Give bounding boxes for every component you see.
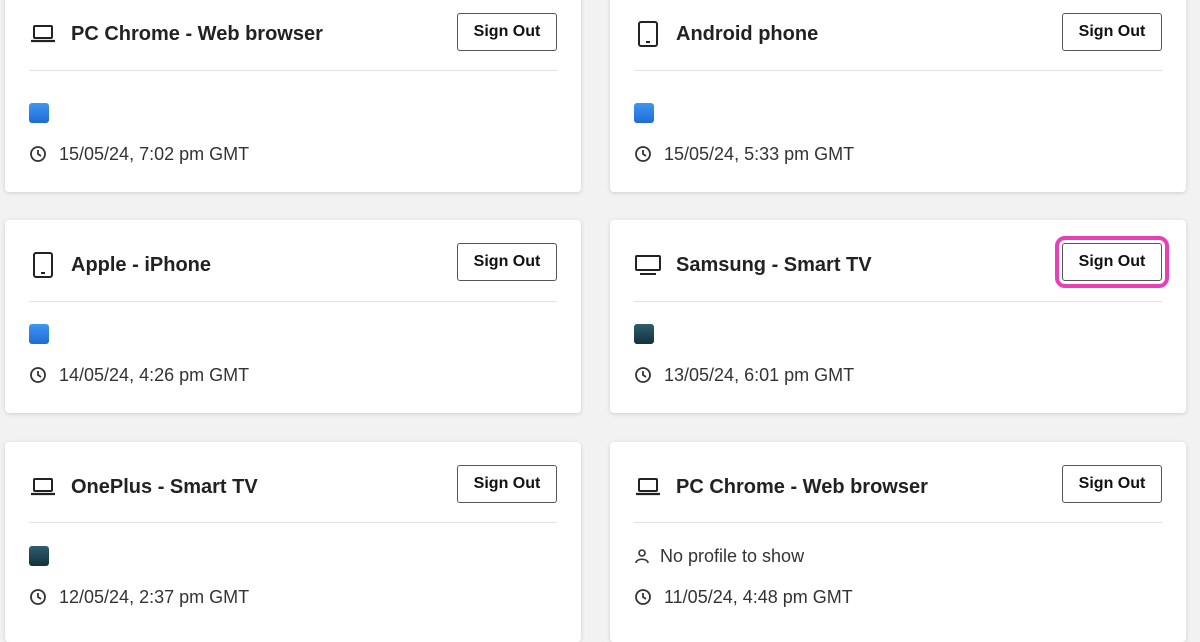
device-card-header: PC Chrome - Web browser Sign Out (634, 442, 1162, 523)
time-text: 11/05/24, 4:48 pm GMT (664, 586, 853, 607)
no-profile-row: No profile to show (634, 545, 804, 567)
sign-out-button[interactable]: Sign Out (1062, 13, 1162, 51)
device-card-header: Android phone Sign Out (634, 0, 1162, 71)
clock-icon (635, 367, 651, 383)
device-card-header: Apple - iPhone Sign Out (29, 220, 557, 302)
device-card: OnePlus - Smart TV Sign Out 12/05/24, 2:… (5, 442, 581, 642)
dark-profile-avatar (29, 546, 49, 566)
last-active-time: 15/05/24, 7:02 pm GMT (29, 143, 249, 165)
device-title: PC Chrome - Web browser (676, 476, 928, 498)
sign-out-button[interactable]: Sign Out (1062, 465, 1162, 503)
no-profile-text: No profile to show (660, 545, 805, 566)
blue-profile-avatar (29, 103, 49, 123)
clock-icon (30, 146, 46, 162)
device-title: PC Chrome - Web browser (71, 23, 323, 45)
time-text: 15/05/24, 5:33 pm GMT (664, 143, 855, 164)
last-active-time: 13/05/24, 6:01 pm GMT (634, 364, 854, 386)
clock-icon (635, 589, 651, 605)
last-active-time: 14/05/24, 4:26 pm GMT (29, 364, 249, 386)
device-card: Samsung - Smart TV Sign Out 13/05/24, 6:… (610, 220, 1186, 413)
sign-out-button[interactable]: Sign Out (457, 13, 557, 51)
device-card-header: OnePlus - Smart TV Sign Out (29, 442, 557, 523)
person-icon (635, 549, 649, 564)
last-active-time: 11/05/24, 4:48 pm GMT (634, 586, 853, 608)
clock-icon (30, 589, 46, 605)
laptop-icon (636, 478, 660, 496)
device-card: Apple - iPhone Sign Out 14/05/24, 4:26 p… (5, 220, 581, 413)
time-text: 15/05/24, 7:02 pm GMT (59, 143, 250, 164)
sign-out-button[interactable]: Sign Out (457, 465, 557, 503)
last-active-time: 12/05/24, 2:37 pm GMT (29, 586, 249, 608)
tv-icon (635, 255, 661, 275)
laptop-icon (31, 478, 55, 496)
device-card-header: Samsung - Smart TV Sign Out (634, 220, 1169, 302)
time-text: 12/05/24, 2:37 pm GMT (59, 586, 250, 607)
sign-out-button[interactable]: Sign Out (457, 243, 557, 281)
time-text: 14/05/24, 4:26 pm GMT (59, 364, 250, 385)
phone-icon (638, 21, 658, 47)
device-title: OnePlus - Smart TV (71, 476, 258, 498)
laptop-icon (31, 25, 55, 43)
clock-icon (30, 367, 46, 383)
phone-icon (33, 252, 53, 278)
sign-out-button[interactable]: Sign Out (1055, 236, 1169, 288)
dark-profile-avatar (634, 324, 654, 344)
blue-profile-avatar (29, 324, 49, 344)
clock-icon (635, 146, 651, 162)
device-card: PC Chrome - Web browser Sign Out 15/05/2… (5, 0, 581, 192)
device-card-header: PC Chrome - Web browser Sign Out (29, 0, 557, 71)
device-title: Samsung - Smart TV (676, 254, 872, 276)
last-active-time: 15/05/24, 5:33 pm GMT (634, 143, 854, 165)
device-card: Android phone Sign Out 15/05/24, 5:33 pm… (610, 0, 1186, 192)
device-title: Android phone (676, 23, 819, 45)
blue-profile-avatar (634, 103, 654, 123)
time-text: 13/05/24, 6:01 pm GMT (664, 364, 855, 385)
device-card: PC Chrome - Web browser Sign Out No prof… (610, 442, 1186, 642)
device-title: Apple - iPhone (71, 254, 211, 276)
